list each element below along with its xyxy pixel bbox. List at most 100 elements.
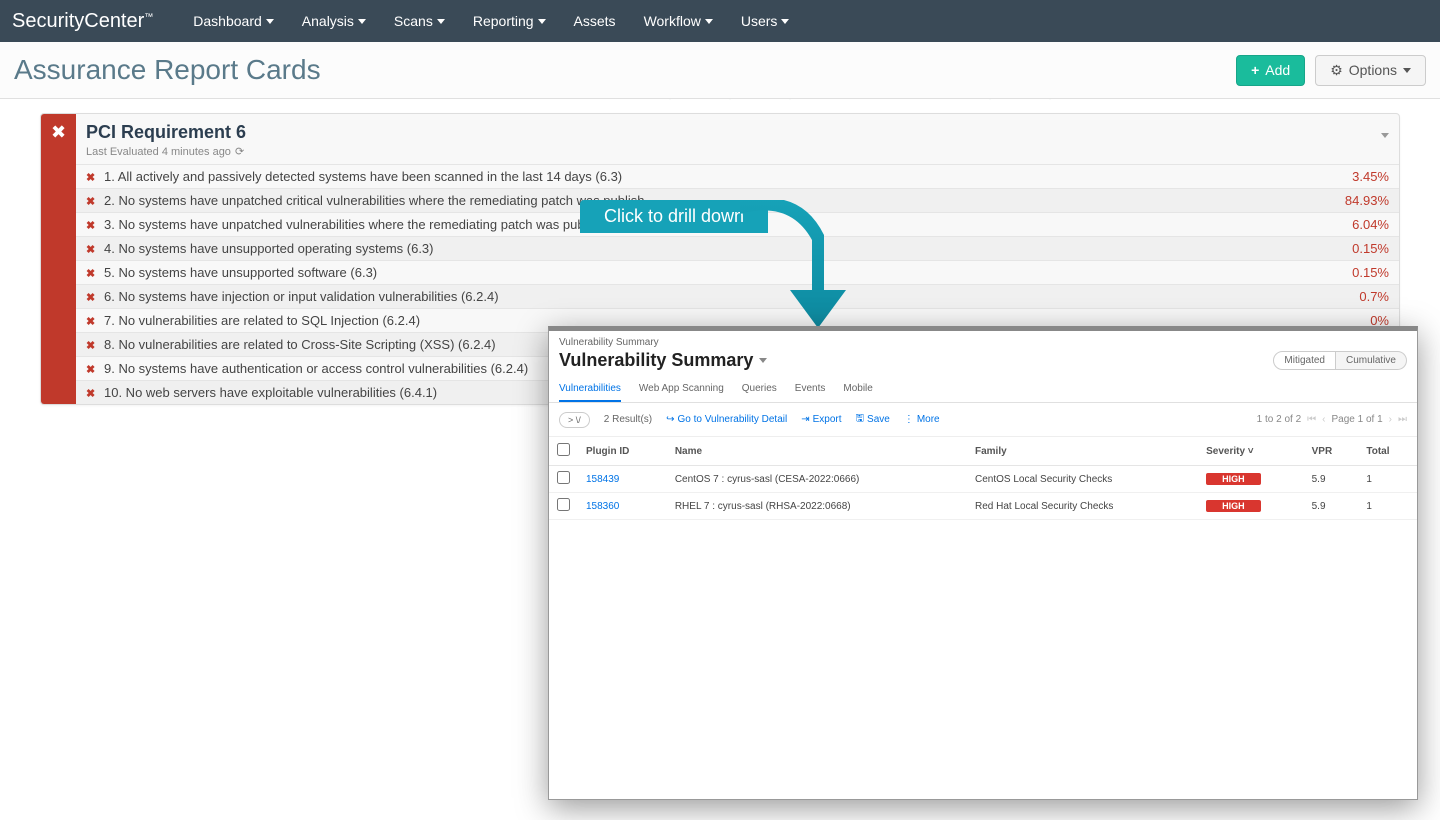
drill-title[interactable]: Vulnerability Summary — [559, 350, 767, 371]
severity-badge: HIGH — [1206, 500, 1261, 512]
tab-web-app-scanning[interactable]: Web App Scanning — [639, 377, 724, 402]
more-icon: ⋮ — [904, 414, 914, 425]
nav-item-workflow[interactable]: Workflow — [644, 13, 713, 29]
chevron-down-icon — [437, 19, 445, 24]
cell-family: CentOS Local Security Checks — [967, 466, 1198, 493]
pager-next[interactable]: › — [1389, 414, 1392, 425]
drill-toolbar: > \/ 2 Result(s) ↪Go to Vulnerability De… — [549, 403, 1417, 437]
policy-percent: 84.93% — [1345, 193, 1389, 208]
fail-icon — [86, 193, 104, 208]
policy-percent: 0.15% — [1352, 241, 1389, 256]
policy-row[interactable]: 6. No systems have injection or input va… — [76, 284, 1399, 308]
plugin-id-link[interactable]: 158360 — [586, 501, 619, 512]
policy-row[interactable]: 5. No systems have unsupported software … — [76, 260, 1399, 284]
more-link[interactable]: ⋮More — [904, 414, 940, 425]
brand-logo: SecurityCenter™ — [12, 10, 153, 33]
table-row[interactable]: 158360 RHEL 7 : cyrus-sasl (RHSA-2022:066… — [549, 493, 1417, 520]
view-toggle: Mitigated Cumulative — [1273, 351, 1407, 370]
save-link[interactable]: 🖫Save — [856, 411, 890, 428]
card-menu-button[interactable] — [1381, 126, 1389, 141]
cell-name: CentOS 7 : cyrus-sasl (CESA-2022:0666) — [667, 466, 967, 493]
policy-percent: 6.04% — [1352, 217, 1389, 232]
pager-first[interactable]: ⏮ — [1307, 414, 1316, 425]
drill-title-text: Vulnerability Summary — [559, 350, 753, 371]
policy-percent: 0.15% — [1352, 265, 1389, 280]
header-actions: Add Options — [1236, 55, 1426, 86]
add-button-label: Add — [1265, 62, 1290, 78]
policy-percent: 0.7% — [1359, 289, 1389, 304]
chevron-down-icon — [1403, 68, 1411, 73]
policy-text: 1. All actively and passively detected s… — [104, 169, 1352, 184]
policy-row[interactable]: 1. All actively and passively detected s… — [76, 164, 1399, 188]
nav-item-label: Users — [741, 13, 778, 29]
nav-item-reporting[interactable]: Reporting — [473, 13, 546, 29]
top-nav: SecurityCenter™ Dashboard Analysis Scans Re… — [0, 0, 1440, 42]
toggle-cumulative[interactable]: Cumulative — [1336, 351, 1407, 370]
fail-icon — [86, 289, 104, 304]
export-icon: ⇥ — [801, 414, 809, 425]
fail-icon — [86, 361, 104, 376]
plugin-id-link[interactable]: 158439 — [586, 474, 619, 485]
cell-total: 1 — [1358, 493, 1417, 520]
fail-icon — [86, 313, 104, 328]
fail-icon — [86, 169, 104, 184]
results-count: 2 Result(s) — [604, 414, 652, 425]
nav-item-dashboard[interactable]: Dashboard — [193, 13, 274, 29]
pager-prev[interactable]: ‹ — [1322, 414, 1325, 425]
tab-vulnerabilities[interactable]: Vulnerabilities — [559, 377, 621, 402]
add-button[interactable]: Add — [1236, 55, 1305, 86]
table-row[interactable]: 158439 CentOS 7 : cyrus-sasl (CESA-2022:0… — [549, 466, 1417, 493]
export-link[interactable]: ⇥Export — [801, 414, 841, 425]
nav-item-users[interactable]: Users — [741, 13, 790, 29]
nav-items: Dashboard Analysis Scans Reporting Assets Wor… — [193, 13, 789, 29]
nav-item-label: Reporting — [473, 13, 534, 29]
filter-chip[interactable]: > \/ — [559, 412, 590, 428]
col-header[interactable]: Severity ˅ — [1198, 437, 1304, 466]
chevron-down-icon — [705, 19, 713, 24]
col-header: Name — [667, 437, 967, 466]
card-subtitle-text: Last Evaluated 4 minutes ago — [86, 146, 231, 158]
col-header: Total — [1358, 437, 1417, 466]
options-button-label: Options — [1349, 62, 1397, 78]
chevron-down-icon — [759, 358, 767, 363]
severity-badge: HIGH — [1206, 473, 1261, 485]
card-header: PCI Requirement 6 Last Evaluated 4 minut… — [76, 114, 1399, 164]
toggle-mitigated[interactable]: Mitigated — [1273, 351, 1336, 370]
card-title: PCI Requirement 6 — [86, 122, 1389, 143]
nav-item-analysis[interactable]: Analysis — [302, 13, 366, 29]
nav-item-scans[interactable]: Scans — [394, 13, 445, 29]
tab-mobile[interactable]: Mobile — [843, 377, 872, 402]
refresh-icon[interactable] — [235, 145, 244, 158]
tab-events[interactable]: Events — [795, 377, 826, 402]
pager-page: Page 1 of 1 — [1332, 414, 1383, 425]
fail-icon — [86, 241, 104, 256]
trademark: ™ — [144, 11, 153, 21]
fail-icon: ✖ — [51, 122, 66, 143]
sort-icon: ˅ — [1245, 446, 1254, 457]
save-icon: 🖫 — [856, 411, 865, 428]
vuln-table: Plugin IDNameFamilySeverity ˅VPRTotal 15… — [549, 437, 1417, 520]
chevron-down-icon — [781, 19, 789, 24]
row-checkbox[interactable] — [557, 471, 570, 484]
go-to-detail-link[interactable]: ↪Go to Vulnerability Detail — [666, 414, 787, 425]
breadcrumb[interactable]: Vulnerability Summary — [549, 331, 1417, 348]
col-header — [549, 437, 578, 466]
card-subtitle: Last Evaluated 4 minutes ago — [86, 145, 1389, 158]
cell-vpr: 5.9 — [1304, 466, 1359, 493]
nav-item-label: Scans — [394, 13, 433, 29]
select-all-checkbox[interactable] — [557, 443, 570, 456]
pager-last[interactable]: ⏭ — [1398, 414, 1407, 425]
pager-range: 1 to 2 of 2 — [1257, 414, 1301, 425]
page-title: Assurance Report Cards — [14, 54, 321, 86]
nav-item-label: Workflow — [644, 13, 701, 29]
tab-queries[interactable]: Queries — [742, 377, 777, 402]
cell-vpr: 5.9 — [1304, 493, 1359, 520]
cell-name: RHEL 7 : cyrus-sasl (RHSA-2022:0668) — [667, 493, 967, 520]
nav-item-assets[interactable]: Assets — [574, 13, 616, 29]
options-button[interactable]: Options — [1315, 55, 1426, 86]
chevron-down-icon — [538, 19, 546, 24]
arrow-icon: ↪ — [666, 414, 674, 425]
drill-arrow-graphic — [740, 200, 860, 340]
row-checkbox[interactable] — [557, 498, 570, 511]
policy-row[interactable]: 4. No systems have unsupported operating… — [76, 236, 1399, 260]
